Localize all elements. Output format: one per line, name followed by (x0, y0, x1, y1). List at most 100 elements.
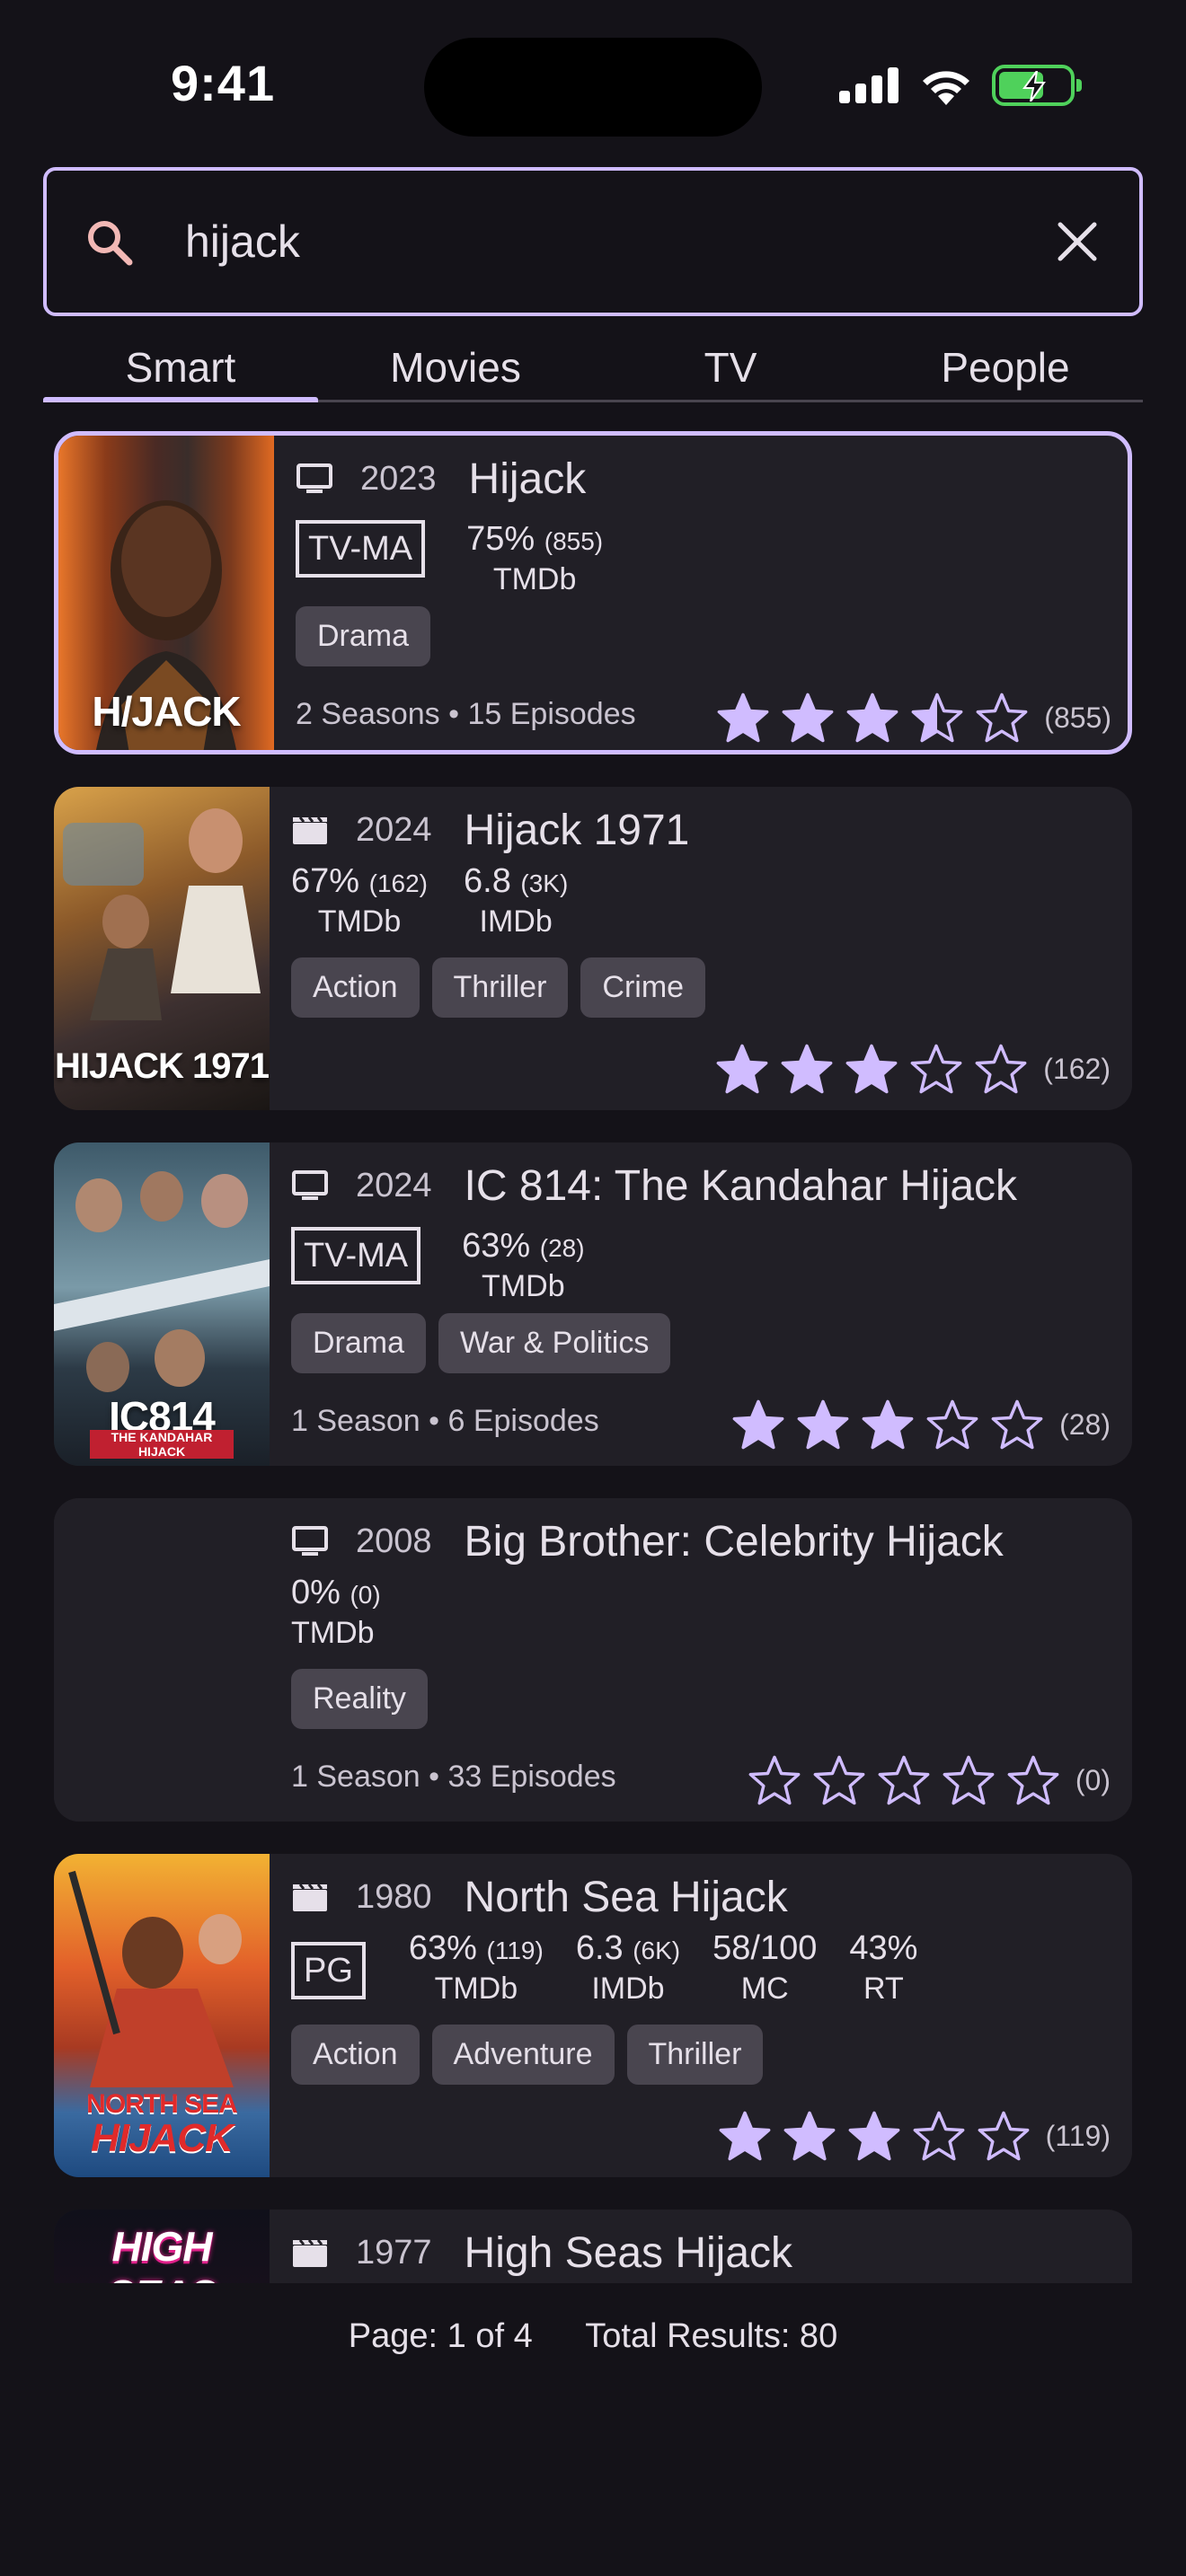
star-filled-icon (783, 2111, 836, 2161)
dynamic-island (424, 38, 762, 137)
star-outline-icon (1007, 1755, 1059, 1805)
star-outline-icon (748, 1755, 801, 1805)
star-filled-icon (716, 1044, 768, 1094)
search-input[interactable]: hijack (185, 216, 300, 268)
genre-chip[interactable]: Action (291, 2025, 420, 2085)
score-imdb: 6.8 (3K) IMDb (464, 862, 569, 939)
rating-count: (162) (1043, 1052, 1111, 1085)
star-half-icon (911, 693, 963, 743)
tab-tv[interactable]: TV (593, 336, 868, 400)
result-card-hijack-1971[interactable]: HIJACK 1971 2024 Hijack 1971 67% (162) T… (54, 787, 1132, 1110)
star-filled-icon (797, 1399, 849, 1450)
result-card-big-brother[interactable]: 2008 Big Brother: Celebrity Hijack 0% (0… (54, 1498, 1132, 1822)
poster-title: NORTH SEA (86, 2089, 238, 2119)
star-outline-icon (991, 1399, 1043, 1450)
result-card-ic-814[interactable]: IC814 THE KANDAHAR HIJACK 2024 IC 814: T… (54, 1142, 1132, 1466)
wifi-icon (923, 71, 969, 105)
star-filled-icon (845, 1044, 898, 1094)
star-filled-icon (717, 693, 769, 743)
star-filled-icon (782, 693, 834, 743)
score-metacritic: 58/100 MC (712, 1929, 818, 2006)
result-card-north-sea-hijack[interactable]: NORTH SEA HIJACK 1980 North Sea Hijack P… (54, 1854, 1132, 2177)
rating-count: (119) (1045, 2119, 1111, 2152)
tv-icon (292, 1170, 328, 1200)
results-list: H/JACK 2023 Hijack TV-MA 75% (855) TMDb … (0, 422, 1186, 2283)
result-card-high-seas-hijack[interactable]: HIGH SEAS 1977 High Seas Hijack (54, 2210, 1132, 2283)
star-filled-icon (719, 2111, 771, 2161)
clapperboard-icon (293, 2239, 327, 2267)
tv-icon (296, 463, 332, 493)
close-icon[interactable] (1053, 217, 1102, 266)
episode-count: 1 Season • 33 Episodes (291, 1760, 616, 1794)
rating-count: (0) (1075, 1763, 1111, 1796)
star-filled-icon (848, 2111, 900, 2161)
total-results: Total Results: 80 (585, 2317, 838, 2355)
genre-chip[interactable]: Crime (580, 957, 706, 1018)
star-rating: (119) (706, 2111, 1111, 2161)
rating-count: (855) (1044, 701, 1111, 734)
tab-people[interactable]: People (868, 336, 1143, 400)
certification-badge: PG (291, 1942, 366, 1999)
status-icons (839, 63, 1082, 108)
star-outline-icon (878, 1755, 930, 1805)
tab-smart[interactable]: Smart (43, 336, 318, 402)
star-rating: (0) (736, 1755, 1111, 1805)
certification-badge: TV-MA (296, 520, 426, 578)
result-card-hijack[interactable]: H/JACK 2023 Hijack TV-MA 75% (855) TMDb … (54, 431, 1132, 754)
star-outline-icon (926, 1399, 978, 1450)
battery-icon (992, 65, 1082, 106)
star-outline-icon (978, 2111, 1030, 2161)
star-filled-icon (781, 1044, 833, 1094)
genre-chip[interactable]: Thriller (431, 957, 569, 1018)
genre-chip[interactable]: Reality (291, 1669, 428, 1729)
genre-chip[interactable]: Adventure (431, 2025, 615, 2085)
search-icon (88, 221, 133, 266)
genre-chip[interactable]: Action (291, 957, 420, 1018)
score-tmdb: 63% (28) TMDb (462, 1227, 585, 1303)
clapperboard-icon (293, 1883, 327, 1911)
result-title: North Sea Hijack (464, 1873, 788, 1921)
tv-icon (292, 1526, 328, 1556)
star-rating: (855) (704, 693, 1111, 743)
poster-title: HIJACK 1971 (54, 1046, 270, 1086)
score-tmdb: 0% (0) TMDb (291, 1574, 381, 1650)
poster-title-line2: HIJACK (91, 2116, 234, 2160)
result-title: Big Brother: Celebrity Hijack (464, 1517, 1004, 1566)
search-tabs: Smart Movies TV People (43, 336, 1143, 402)
poster-title: H/JACK (92, 688, 241, 735)
tab-movies[interactable]: Movies (318, 336, 593, 400)
genre-chip[interactable]: War & Politics (438, 1313, 671, 1373)
poster-ic-814: IC814 THE KANDAHAR HIJACK (54, 1142, 270, 1466)
result-title: High Seas Hijack (464, 2228, 793, 2277)
result-year: 1980 (356, 1877, 432, 1916)
star-rating: (162) (704, 1044, 1111, 1094)
episode-count: 2 Seasons • 15 Episodes (296, 697, 636, 731)
genre-chip[interactable]: Thriller (626, 2025, 764, 2085)
genre-chip[interactable]: Drama (296, 606, 431, 666)
star-rating: (28) (720, 1399, 1111, 1450)
rating-count: (28) (1059, 1407, 1111, 1441)
star-outline-icon (910, 1044, 962, 1094)
episode-count: 1 Season • 6 Episodes (291, 1404, 599, 1438)
clapperboard-icon (293, 816, 327, 844)
score-imdb: 6.3 (6K) IMDb (575, 1929, 681, 2006)
result-year: 2023 (360, 459, 437, 498)
star-outline-icon (975, 1044, 1027, 1094)
result-title: IC 814: The Kandahar Hijack (464, 1161, 1018, 1210)
poster-high-seas-hijack: HIGH SEAS (54, 2210, 270, 2283)
genre-chip[interactable]: Drama (291, 1313, 427, 1373)
cellular-signal-icon (839, 67, 898, 103)
score-tmdb: 67% (162) TMDb (291, 862, 428, 939)
status-time: 9:41 (171, 55, 276, 111)
result-title: Hijack (468, 454, 587, 503)
score-tmdb: 75% (855) TMDb (466, 520, 604, 596)
status-bar: 9:41 (0, 0, 1186, 162)
result-year: 2024 (356, 1166, 432, 1204)
poster-hijack-1971: HIJACK 1971 (54, 787, 270, 1110)
star-outline-icon (913, 2111, 965, 2161)
certification-badge: TV-MA (291, 1227, 421, 1284)
poster-subtitle: THE KANDAHAR HIJACK (90, 1430, 234, 1459)
star-outline-icon (943, 1755, 995, 1805)
result-year: 1977 (356, 2233, 432, 2272)
search-field[interactable]: hijack (43, 167, 1143, 316)
